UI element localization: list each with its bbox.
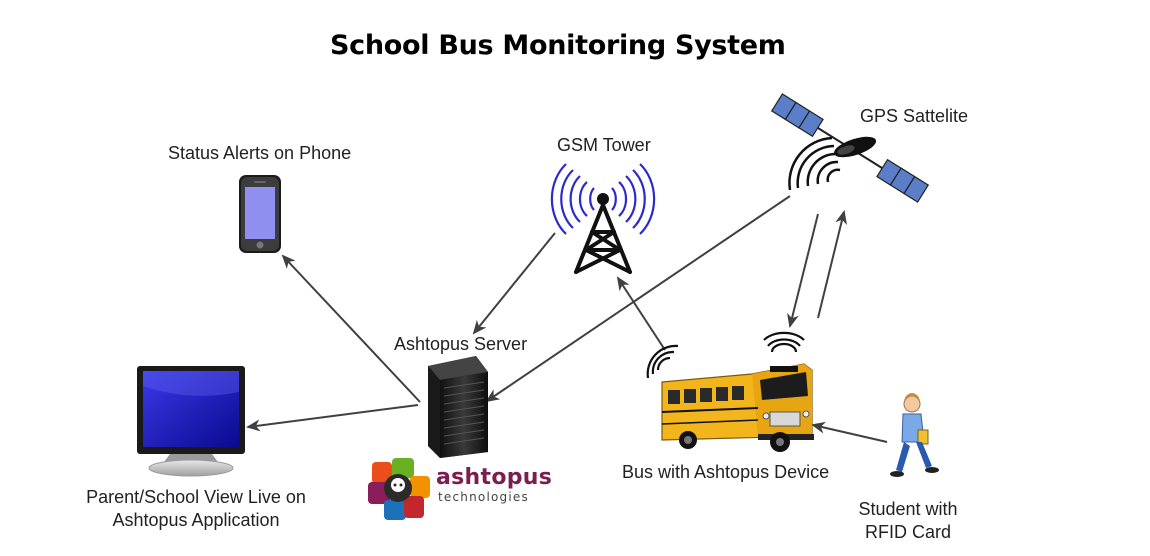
monitor-icon [137,366,245,477]
phone-label: Status Alerts on Phone [168,143,352,163]
gsm-tower-label: GSM Tower [557,135,651,155]
student-label-line2: RFID Card [864,522,951,542]
arrow-student-to-bus [811,421,888,443]
arrow-server-to-monitor [246,404,419,432]
monitor-label-line2: Ashtopus Application [112,510,280,530]
ashtopus-logo-text: ashtopus technologies [436,465,553,505]
school-bus-icon [646,331,814,452]
student-label: Student with RFID Card [845,498,971,544]
diagram-canvas: School Bus Monitoring System Status Aler… [0,0,1150,556]
arrow-gps-to-bus [787,213,819,328]
monitor-label: Parent/School View Live on Ashtopus Appl… [76,486,316,532]
gps-satellite-label: GPS Sattelite [860,106,969,126]
bus-label: Bus with Ashtopus Device [622,462,830,482]
student-icon [890,393,939,477]
phone-icon [239,175,281,253]
logo-brand: ashtopus [436,465,553,490]
arrow-bus-to-gsm [616,276,666,351]
student-label-line1: Student with [858,499,958,519]
logo-sub: technologies [438,490,529,504]
diagram-graphics [137,93,939,520]
arrow-gps-to-server [485,195,791,403]
arrow-gsm-to-server [472,232,556,335]
monitor-label-line1: Parent/School View Live on [86,487,306,507]
server-icon [428,356,488,458]
arrow-server-to-phone [281,254,421,403]
gsm-tower-icon [550,163,656,274]
server-label: Ashtopus Server [394,334,528,354]
arrow-bus-to-gps [817,210,847,319]
ashtopus-logo-icon [368,458,430,520]
